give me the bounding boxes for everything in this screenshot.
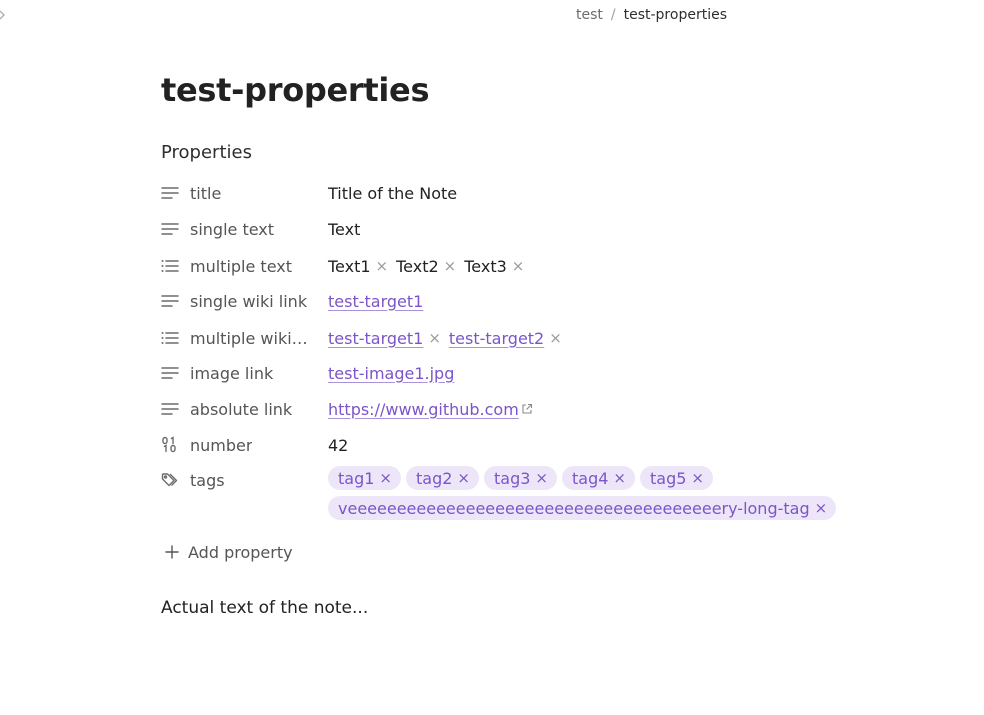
property-value-title[interactable]: Title of the Note xyxy=(328,178,457,208)
property-key[interactable]: absolute link xyxy=(161,394,316,424)
property-name: single text xyxy=(190,219,275,239)
external-link[interactable]: https://www.github.com xyxy=(328,400,519,419)
multi-select-pill[interactable]: test-target1 × xyxy=(328,329,441,348)
property-value-single-wiki-link: test-target1 xyxy=(328,286,423,316)
property-value-image-link: test-image1.jpg xyxy=(328,358,454,388)
breadcrumb-separator: / xyxy=(610,7,616,23)
add-property-button[interactable]: Add property xyxy=(165,539,293,565)
tag-label: tag4 xyxy=(572,468,609,488)
tags-container[interactable]: tag1 × tag2 × tag3 × tag4 × tag5 × veeeeeeeeeeeeee… xyxy=(328,466,837,526)
property-row-title: title Title of the Note xyxy=(161,178,841,208)
property-value-text: 42 xyxy=(328,435,349,455)
property-name: multiple text xyxy=(190,256,292,276)
property-name: tags xyxy=(190,470,225,490)
tag-pill[interactable]: tag4 × xyxy=(562,466,635,490)
tags-icon xyxy=(161,470,181,490)
property-name: number xyxy=(190,435,253,455)
pill-label: Text2 xyxy=(396,256,439,276)
remove-icon[interactable]: × xyxy=(691,469,704,487)
text-lines-icon xyxy=(161,183,181,203)
property-value-multiple-text[interactable]: Text1 × Text2 × Text3 × xyxy=(328,251,532,281)
text-lines-icon xyxy=(161,219,181,239)
internal-link[interactable]: test-target1 xyxy=(328,329,423,348)
remove-icon[interactable]: × xyxy=(535,469,548,487)
property-name: image link xyxy=(190,363,274,383)
property-value-number[interactable]: 42 xyxy=(328,430,348,460)
tag-label: veeeeeeeeeeeeeeeeeeeeeeeeeeeeeeeeeeeeeer… xyxy=(338,498,810,518)
property-row-single-wiki-link: single wiki link test-target1 xyxy=(161,286,841,316)
property-row-image-link: image link test-image1.jpg xyxy=(161,358,841,388)
tag-pill[interactable]: tag2 × xyxy=(406,466,479,490)
note-body-text[interactable]: Actual text of the note... xyxy=(161,598,368,618)
property-key[interactable]: image link xyxy=(161,358,316,388)
property-row-number: number 42 xyxy=(161,430,841,460)
property-key[interactable]: number xyxy=(161,430,316,460)
remove-icon[interactable]: × xyxy=(549,329,562,347)
remove-icon[interactable]: × xyxy=(512,257,525,275)
property-value-single-text[interactable]: Text xyxy=(328,214,360,244)
property-value-text: Text xyxy=(328,219,361,239)
properties-heading[interactable]: Properties xyxy=(161,142,252,163)
list-icon xyxy=(161,328,181,348)
tag-label: tag1 xyxy=(338,468,375,488)
property-key[interactable]: tags xyxy=(161,465,316,495)
add-property-label: Add property xyxy=(188,542,293,562)
list-icon xyxy=(161,256,181,276)
property-name: title xyxy=(190,183,222,203)
chevron-right-icon[interactable] xyxy=(0,9,8,21)
breadcrumb-current: test-properties xyxy=(623,7,727,23)
property-row-absolute-link: absolute link https://www.github.com xyxy=(161,394,841,424)
text-lines-icon xyxy=(161,363,181,383)
property-key[interactable]: multiple text xyxy=(161,251,316,281)
remove-icon[interactable]: × xyxy=(815,499,828,517)
remove-icon[interactable]: × xyxy=(457,469,470,487)
property-value-text: Title of the Note xyxy=(328,183,458,203)
pill-label: Text1 xyxy=(328,256,371,276)
breadcrumb-parent[interactable]: test xyxy=(576,7,603,23)
tag-pill[interactable]: tag1 × xyxy=(328,466,401,490)
property-name: single wiki link xyxy=(190,291,308,311)
external-link-icon xyxy=(521,403,533,415)
note-title[interactable]: test-properties xyxy=(161,71,430,109)
tag-pill[interactable]: tag3 × xyxy=(484,466,557,490)
remove-icon[interactable]: × xyxy=(613,469,626,487)
breadcrumb: test / test-properties xyxy=(576,5,727,25)
remove-icon[interactable]: × xyxy=(376,257,389,275)
multi-select-pill[interactable]: Text1 × xyxy=(328,257,388,276)
tag-pill[interactable]: veeeeeeeeeeeeeeeeeeeeeeeeeeeeeeeeeeeeeer… xyxy=(328,496,837,520)
remove-icon[interactable]: × xyxy=(428,329,441,347)
plus-icon xyxy=(165,544,181,560)
property-name: absolute link xyxy=(190,399,293,419)
property-key[interactable]: single text xyxy=(161,214,316,244)
internal-link[interactable]: test-target2 xyxy=(449,329,544,348)
property-row-multiple-wiki-links: multiple wiki li... test-target1 × test-… xyxy=(161,323,841,353)
multi-select-pill[interactable]: Text2 × xyxy=(396,257,456,276)
property-row-multiple-text: multiple text Text1 × Text2 × Text3 × xyxy=(161,251,841,281)
property-value-absolute-link: https://www.github.com xyxy=(328,394,533,424)
remove-icon[interactable]: × xyxy=(379,469,392,487)
internal-link[interactable]: test-target1 xyxy=(328,292,423,311)
note-view: test / test-properties test-properties P… xyxy=(0,0,984,715)
property-row-single-text: single text Text xyxy=(161,214,841,244)
multi-select-pill[interactable]: test-target2 × xyxy=(449,329,562,348)
pill-label: Text3 xyxy=(464,256,507,276)
tag-pill[interactable]: tag5 × xyxy=(640,466,713,490)
property-row-tags: tags tag1 × tag2 × tag3 × tag4 × tag5 × veeeeeeeee… xyxy=(161,465,841,527)
tag-label: tag3 xyxy=(494,468,531,488)
multi-select-pill[interactable]: Text3 × xyxy=(464,257,524,276)
number-icon xyxy=(161,435,181,455)
property-key[interactable]: single wiki link xyxy=(161,286,316,316)
text-lines-icon xyxy=(161,291,181,311)
tag-label: tag5 xyxy=(650,468,687,488)
property-name: multiple wiki li... xyxy=(190,328,312,348)
tag-label: tag2 xyxy=(416,468,453,488)
remove-icon[interactable]: × xyxy=(444,257,457,275)
internal-link[interactable]: test-image1.jpg xyxy=(328,364,454,383)
property-value-multiple-wiki-links[interactable]: test-target1 × test-target2 × xyxy=(328,323,570,353)
property-key[interactable]: multiple wiki li... xyxy=(161,323,316,353)
text-lines-icon xyxy=(161,399,181,419)
property-key[interactable]: title xyxy=(161,178,316,208)
